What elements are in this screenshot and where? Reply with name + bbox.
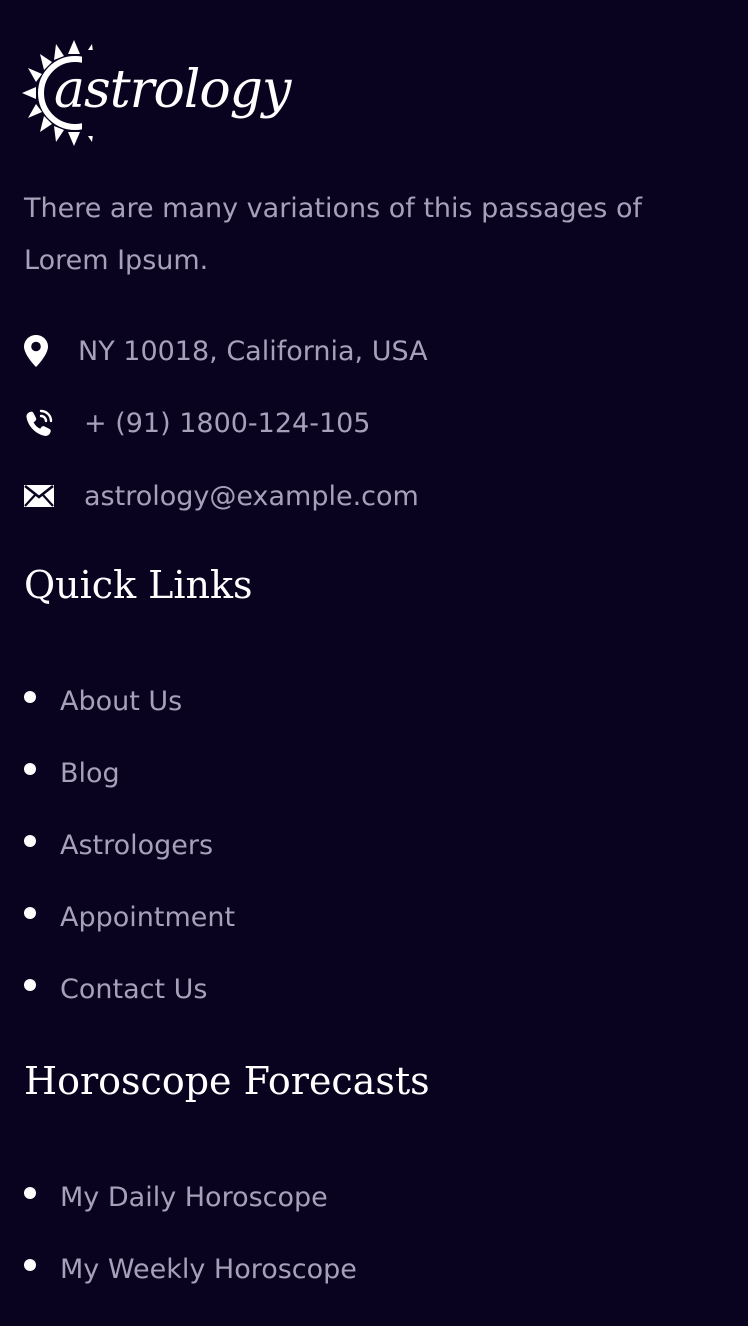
list-item: Appointment xyxy=(24,883,235,955)
horoscope-link-weekly[interactable]: My Weekly Horoscope xyxy=(60,1254,357,1285)
quick-link-astrologers[interactable]: Astrologers xyxy=(60,830,213,861)
quick-links-list: About Us Blog Astrologers Appointment Co… xyxy=(24,667,235,1027)
bullet-icon xyxy=(24,907,36,919)
email-text[interactable]: astrology@example.com xyxy=(84,481,419,512)
phone-text[interactable]: + (91) 1800-124-105 xyxy=(84,408,370,439)
footer-about-text: There are many variations of this passag… xyxy=(24,193,642,276)
phone-icon xyxy=(24,408,84,438)
bullet-icon xyxy=(24,979,36,991)
location-pin-icon xyxy=(24,335,78,367)
quick-link-about-us[interactable]: About Us xyxy=(60,686,182,717)
quick-link-contact-us[interactable]: Contact Us xyxy=(60,974,207,1005)
footer: astrology There are many variations of t… xyxy=(0,0,748,1326)
list-item: My Weekly Horoscope xyxy=(24,1235,357,1307)
bullet-icon xyxy=(24,763,36,775)
list-item: My Daily Horoscope xyxy=(24,1163,357,1235)
bullet-icon xyxy=(24,691,36,703)
list-item: About Us xyxy=(24,667,235,739)
horoscope-links-list: My Daily Horoscope My Weekly Horoscope xyxy=(24,1163,357,1307)
quick-link-blog[interactable]: Blog xyxy=(60,758,120,789)
quick-links-heading: Quick Links xyxy=(24,563,253,607)
site-logo[interactable]: astrology xyxy=(22,40,291,146)
list-item: Contact Us xyxy=(24,955,235,1027)
bullet-icon xyxy=(24,835,36,847)
bullet-icon xyxy=(24,1259,36,1271)
contact-address: NY 10018, California, USA xyxy=(24,331,428,371)
bullet-icon xyxy=(24,1187,36,1199)
list-item: Astrologers xyxy=(24,811,235,883)
quick-link-appointment[interactable]: Appointment xyxy=(60,902,235,933)
logo-text: astrology xyxy=(54,60,291,120)
address-text: NY 10018, California, USA xyxy=(78,335,428,367)
list-item: Blog xyxy=(24,739,235,811)
mail-icon xyxy=(24,485,84,507)
horoscope-link-daily[interactable]: My Daily Horoscope xyxy=(60,1182,328,1213)
contact-email[interactable]: astrology@example.com xyxy=(24,476,419,516)
contact-phone[interactable]: + (91) 1800-124-105 xyxy=(24,403,370,443)
horoscope-forecasts-heading: Horoscope Forecasts xyxy=(24,1059,430,1103)
